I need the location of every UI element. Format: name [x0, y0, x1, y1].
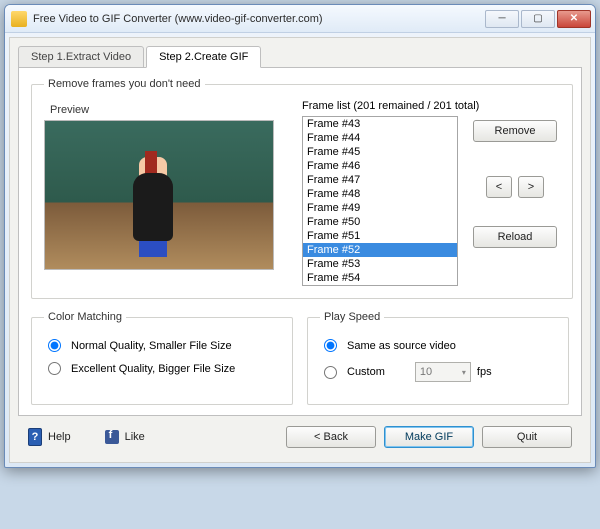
- client-area: Step 1.Extract Video Step 2.Create GIF R…: [9, 37, 591, 463]
- list-item[interactable]: Frame #48: [303, 187, 457, 201]
- tab-step1[interactable]: Step 1.Extract Video: [18, 46, 144, 68]
- preview-image: [44, 120, 274, 270]
- color-normal-label: Normal Quality, Smaller File Size: [71, 340, 232, 352]
- prev-frame-button[interactable]: <: [486, 176, 512, 198]
- list-item[interactable]: Frame #49: [303, 201, 457, 215]
- quit-button[interactable]: Quit: [482, 426, 572, 448]
- titlebar: Free Video to GIF Converter (www.video-g…: [5, 5, 595, 33]
- list-item[interactable]: Frame #54: [303, 271, 457, 285]
- list-item[interactable]: Frame #53: [303, 257, 457, 271]
- help-link[interactable]: ? Help: [28, 428, 71, 446]
- remove-frames-group: Remove frames you don't need Preview Fra…: [31, 78, 573, 299]
- color-matching-legend: Color Matching: [44, 311, 126, 323]
- list-item[interactable]: Frame #51: [303, 229, 457, 243]
- app-icon: [11, 11, 27, 27]
- help-icon: ?: [28, 428, 42, 446]
- fps-value: 10: [420, 366, 432, 378]
- remove-frames-legend: Remove frames you don't need: [44, 78, 205, 90]
- window-title: Free Video to GIF Converter (www.video-g…: [33, 13, 485, 25]
- speed-same-option[interactable]: Same as source video: [320, 339, 556, 352]
- list-item[interactable]: Frame #44: [303, 131, 457, 145]
- speed-custom-label: Custom: [347, 366, 385, 378]
- list-item[interactable]: Frame #50: [303, 215, 457, 229]
- play-speed-legend: Play Speed: [320, 311, 384, 323]
- frame-listbox[interactable]: Frame #43Frame #44Frame #45Frame #46Fram…: [302, 116, 458, 286]
- back-button[interactable]: < Back: [286, 426, 376, 448]
- tab-strip: Step 1.Extract Video Step 2.Create GIF: [18, 46, 582, 68]
- app-window: Free Video to GIF Converter (www.video-g…: [4, 4, 596, 468]
- tab-panel-step2: Remove frames you don't need Preview Fra…: [18, 67, 582, 416]
- preview-label: Preview: [50, 104, 282, 116]
- list-item[interactable]: Frame #52: [303, 243, 457, 257]
- frame-list-label: Frame list (201 remained / 201 total): [302, 100, 560, 112]
- chevron-down-icon: ▾: [462, 368, 466, 377]
- maximize-button[interactable]: ▢: [521, 10, 555, 28]
- color-normal-option[interactable]: Normal Quality, Smaller File Size: [44, 339, 280, 352]
- color-excellent-radio[interactable]: [48, 362, 61, 375]
- footer-bar: ? Help Like < Back Make GIF Quit: [18, 416, 582, 454]
- like-link[interactable]: Like: [105, 430, 145, 444]
- facebook-icon: [105, 430, 119, 444]
- list-item[interactable]: Frame #43: [303, 117, 457, 131]
- list-item[interactable]: Frame #45: [303, 145, 457, 159]
- remove-button[interactable]: Remove: [473, 120, 557, 142]
- frame-column: Frame list (201 remained / 201 total) Fr…: [302, 100, 560, 286]
- preview-column: Preview: [44, 100, 282, 286]
- play-speed-group: Play Speed Same as source video Custom 1…: [307, 311, 569, 405]
- next-frame-button[interactable]: >: [518, 176, 544, 198]
- color-excellent-option[interactable]: Excellent Quality, Bigger File Size: [44, 362, 280, 375]
- fps-combo[interactable]: 10 ▾: [415, 362, 471, 382]
- like-label: Like: [125, 431, 145, 443]
- reload-button[interactable]: Reload: [473, 226, 557, 248]
- make-gif-button[interactable]: Make GIF: [384, 426, 474, 448]
- list-item[interactable]: Frame #46: [303, 159, 457, 173]
- color-matching-group: Color Matching Normal Quality, Smaller F…: [31, 311, 293, 405]
- speed-same-radio[interactable]: [324, 339, 337, 352]
- fps-unit-label: fps: [477, 366, 492, 378]
- tab-step2[interactable]: Step 2.Create GIF: [146, 46, 261, 68]
- speed-custom-radio[interactable]: [324, 366, 337, 379]
- close-button[interactable]: ✕: [557, 10, 591, 28]
- minimize-button[interactable]: ─: [485, 10, 519, 28]
- list-item[interactable]: Frame #47: [303, 173, 457, 187]
- window-controls: ─ ▢ ✕: [485, 10, 591, 28]
- help-label: Help: [48, 431, 71, 443]
- color-excellent-label: Excellent Quality, Bigger File Size: [71, 363, 235, 375]
- color-normal-radio[interactable]: [48, 339, 61, 352]
- speed-same-label: Same as source video: [347, 340, 456, 352]
